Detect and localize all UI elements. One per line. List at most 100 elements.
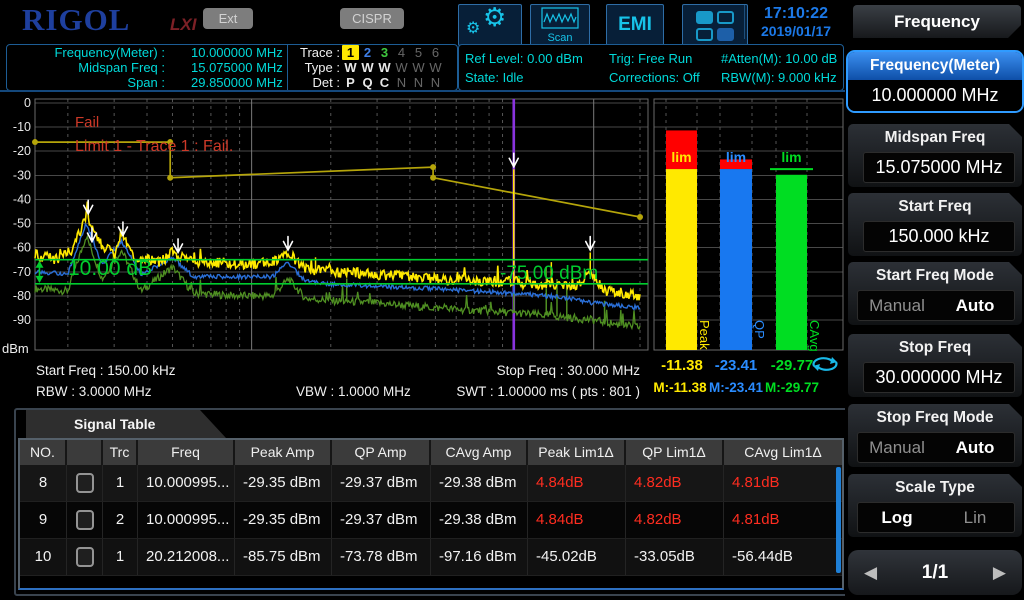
softkey-value: 10.000000 MHz xyxy=(848,80,1022,111)
window-layout-button[interactable] xyxy=(682,4,748,46)
col-check xyxy=(67,440,103,465)
row-checkbox[interactable] xyxy=(76,473,94,493)
cell-qp-lim: 4.82dB xyxy=(626,465,724,501)
detector-type: P xyxy=(342,75,359,90)
rbw-readout: RBW : 3.0000 MHz xyxy=(36,384,152,399)
softkey-value: 15.075000 MHz xyxy=(863,152,1015,183)
signal-table: Signal Table NO. Trc Freq Peak Amp QP Am… xyxy=(14,408,848,596)
lxi-badge: LXI xyxy=(170,15,196,35)
softkey-label: Start Freq xyxy=(848,193,1022,220)
svg-text:-10: -10 xyxy=(13,120,31,134)
rbw-meter: RBW(M): 9.000 kHz xyxy=(721,68,837,87)
clock: 17:10:22 2019/01/17 xyxy=(744,5,845,39)
svg-text:-40: -40 xyxy=(13,192,31,206)
col-freq: Freq xyxy=(138,440,235,465)
ext-ref-badge: Ext xyxy=(203,8,253,29)
trace-5-indicator: 5 xyxy=(410,45,427,60)
cell-no: 9 xyxy=(20,502,67,538)
corrections: Corrections: Off xyxy=(609,68,700,87)
softkey-value: 30.000000 MHz xyxy=(863,362,1015,393)
cell-cavg-lim: 4.81dB xyxy=(724,465,842,501)
scan-button[interactable]: Scan xyxy=(530,4,590,46)
next-page-icon[interactable]: ▶ xyxy=(993,563,1006,583)
info-value: 15.075000 MHz xyxy=(191,60,283,75)
marker-icon xyxy=(509,153,518,167)
option-log[interactable]: Log xyxy=(858,503,936,532)
softkey-stop-freq-mode[interactable]: Stop Freq Mode Manual Auto xyxy=(848,404,1022,467)
cell-qp-amp: -73.78 dBm xyxy=(332,539,431,575)
table-row[interactable]: 8 1 10.000995... -29.35 dBm -29.37 dBm -… xyxy=(20,465,842,502)
col-cavg-lim: CAvg Lim1Δ xyxy=(724,440,842,465)
cell-trc: 1 xyxy=(103,539,138,575)
cell-peak-amp: -85.75 dBm xyxy=(235,539,332,575)
col-peak-lim: Peak Lim1Δ xyxy=(528,440,626,465)
cell-cavg-amp: -97.16 dBm xyxy=(431,539,528,575)
softkey-start-freq-mode[interactable]: Start Freq Mode Manual Auto xyxy=(848,262,1022,325)
svg-text:-20: -20 xyxy=(13,144,31,158)
detector-type: N xyxy=(410,75,427,90)
cell-freq: 10.000995... xyxy=(138,465,235,501)
cispr-badge: CISPR xyxy=(340,8,404,29)
option-manual[interactable]: Manual xyxy=(858,433,936,462)
softkey-label: Stop Freq Mode xyxy=(848,404,1022,431)
attenuation: #Atten(M): 10.00 dB xyxy=(721,49,837,68)
signal-table-tab[interactable]: Signal Table xyxy=(26,410,226,438)
option-manual[interactable]: Manual xyxy=(858,291,936,320)
info-value: 10.000000 MHz xyxy=(191,45,283,60)
refresh-icon[interactable] xyxy=(810,354,840,374)
svg-text:CAvg: CAvg xyxy=(807,320,822,352)
softkey-label: Start Freq Mode xyxy=(848,262,1022,289)
softkey-label: Scale Type xyxy=(848,474,1022,501)
svg-text:-75.00 dBm: -75.00 dBm xyxy=(500,263,598,284)
softkey-start-freq[interactable]: Start Freq 150.000 kHz xyxy=(848,193,1022,256)
cell-freq: 10.000995... xyxy=(138,502,235,538)
gear-icon: ⚙ xyxy=(466,18,480,37)
swt-readout: SWT : 1.00000 ms ( pts : 801 ) xyxy=(400,384,640,399)
cell-qp-lim: 4.82dB xyxy=(626,502,724,538)
vbw-readout: VBW : 1.0000 MHz xyxy=(296,384,411,399)
svg-text:lim: lim xyxy=(671,149,691,165)
col-cavg-amp: CAvg Amp xyxy=(431,440,528,465)
col-no: NO. xyxy=(20,440,67,465)
svg-text:-60: -60 xyxy=(13,241,31,255)
svg-text:-80: -80 xyxy=(13,289,31,303)
option-auto[interactable]: Auto xyxy=(936,433,1014,462)
row-checkbox[interactable] xyxy=(76,510,94,530)
rigol-logo: RIGOL xyxy=(22,2,130,38)
row-checkbox[interactable] xyxy=(76,547,94,567)
softkey-value: 150.000 kHz xyxy=(863,221,1015,252)
page-navigator[interactable]: ◀ 1/1 ▶ xyxy=(848,550,1022,595)
info-label: Span : xyxy=(7,75,165,90)
trace-1-indicator: 1 xyxy=(342,45,359,60)
info-label: Midspan Freq : xyxy=(7,60,165,75)
trace-type: W xyxy=(410,60,427,75)
softkey-frequency-meter[interactable]: Frequency(Meter) 10.000000 MHz xyxy=(846,50,1024,113)
cell-freq: 20.212008... xyxy=(138,539,235,575)
softkey-scale-type[interactable]: Scale Type Log Lin xyxy=(848,474,1022,537)
softkey-stop-freq[interactable]: Stop Freq 30.000000 MHz xyxy=(848,334,1022,397)
trace-type: W xyxy=(427,60,444,75)
cavg-meter-value: M:-29.77 xyxy=(756,380,828,395)
col-peak-amp: Peak Amp xyxy=(235,440,332,465)
prev-page-icon[interactable]: ◀ xyxy=(864,563,877,583)
svg-text:-30: -30 xyxy=(13,168,31,182)
detector-type: Q xyxy=(359,75,376,90)
settings-button[interactable]: ⚙ ⚙ xyxy=(458,4,522,46)
table-scrollbar[interactable] xyxy=(836,467,841,573)
option-auto[interactable]: Auto xyxy=(936,291,1014,320)
table-row[interactable]: 9 2 10.000995... -29.35 dBm -29.37 dBm -… xyxy=(20,502,842,539)
table-row[interactable]: 10 1 20.212008... -85.75 dBm -73.78 dBm … xyxy=(20,539,842,576)
acquisition-info-panel: Ref Level: 0.00 dBm State: Idle Trig: Fr… xyxy=(458,44,844,91)
emi-mode-button[interactable]: EMI xyxy=(606,4,664,46)
info-label: Frequency(Meter) : xyxy=(7,45,165,60)
stop-freq-readout: Stop Freq : 30.000 MHz xyxy=(436,363,640,378)
option-lin[interactable]: Lin xyxy=(936,503,1014,532)
svg-text:Limit 1 - Trace 1 : Fail.: Limit 1 - Trace 1 : Fail. xyxy=(75,138,233,155)
cell-cavg-amp: -29.38 dBm xyxy=(431,465,528,501)
cell-qp-amp: -29.37 dBm xyxy=(332,465,431,501)
trace-status-block: Trace : 1 2 3 4 5 6 Type : W W W W W W D… xyxy=(287,45,444,90)
cell-peak-amp: -29.35 dBm xyxy=(235,502,332,538)
instrument-screen: RIGOL LXI Ext CISPR ⚙ ⚙ Scan EMI 17:10:2… xyxy=(0,0,1024,600)
page-indicator: 1/1 xyxy=(922,562,948,584)
softkey-midspan-freq[interactable]: Midspan Freq 15.075000 MHz xyxy=(848,124,1022,187)
